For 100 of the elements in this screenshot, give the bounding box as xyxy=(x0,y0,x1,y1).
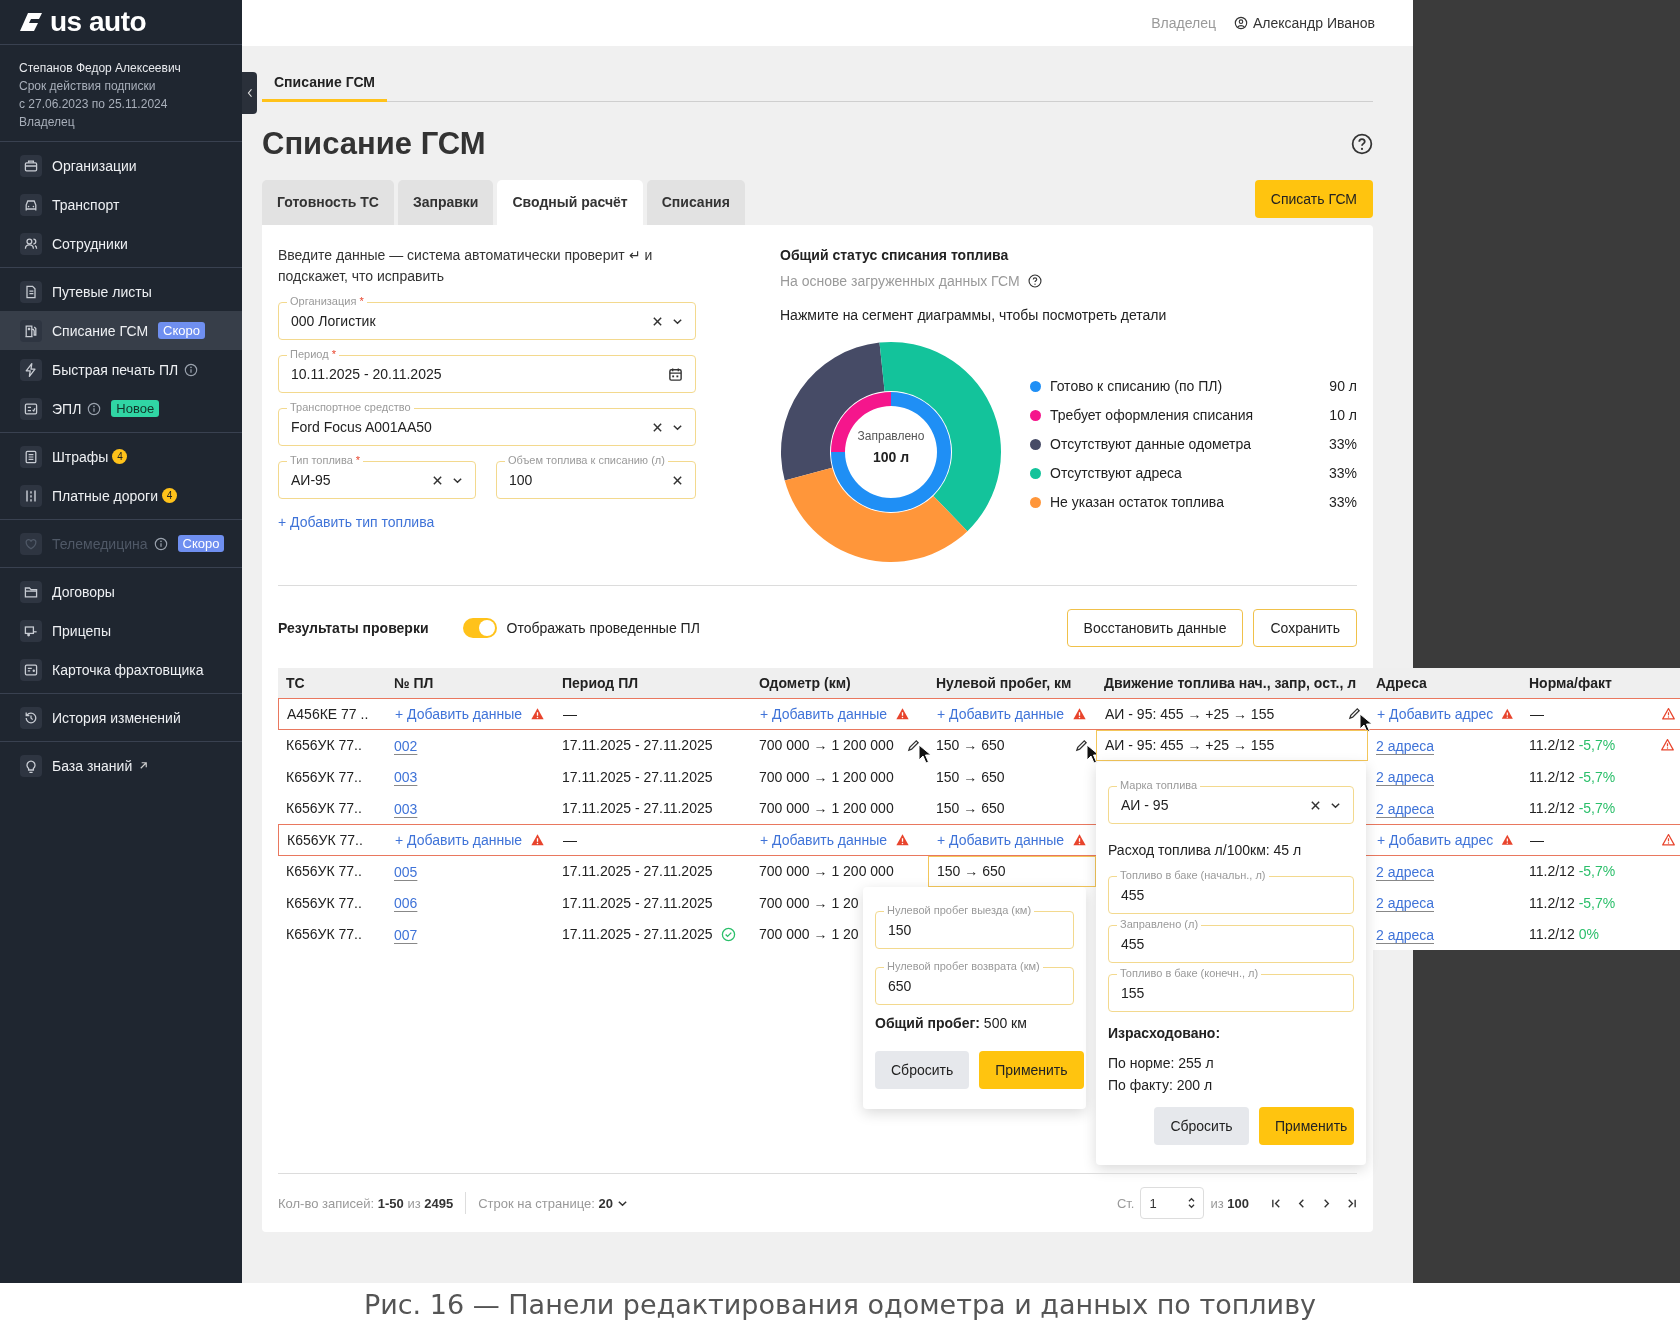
sidebar-item[interactable]: Прицепы xyxy=(0,611,242,650)
logo-text: us auto xyxy=(50,6,147,38)
sidebar-item[interactable]: История изменений xyxy=(0,698,242,737)
next-page-icon[interactable] xyxy=(1321,1197,1332,1209)
tab[interactable]: Сводный расчёт xyxy=(497,180,643,225)
user-name[interactable]: Александр Иванов xyxy=(1252,15,1375,31)
add-fuel-type-link[interactable]: + Добавить тип топлива xyxy=(278,514,435,530)
road-icon xyxy=(23,487,39,504)
user-pin-icon xyxy=(1233,16,1248,30)
sidebar-item[interactable]: Сотрудники xyxy=(0,224,242,263)
sidebar-item[interactable]: База знаний xyxy=(0,746,242,785)
sidebar-item[interactable]: Договоры xyxy=(0,572,242,611)
page-input[interactable]: 1 xyxy=(1140,1187,1205,1219)
last-page-icon[interactable] xyxy=(1346,1197,1357,1209)
page-tab[interactable]: Списание ГСМ xyxy=(262,74,387,102)
chart-hint: Нажмите на сегмент диаграммы, чтобы посмотреть детали xyxy=(780,307,1168,323)
legend-label[interactable]: Не указан остаток топлива xyxy=(1050,494,1320,510)
table-link[interactable]: 003 xyxy=(394,769,418,785)
table-cell: 700 000 → 1 200 000 xyxy=(759,737,894,754)
spinner-icon[interactable] xyxy=(1188,1197,1196,1209)
add-data-link[interactable]: + Добавить данные xyxy=(937,705,1065,722)
clear-icon[interactable] xyxy=(672,474,683,486)
table-cell: 11.2/12 xyxy=(1529,768,1575,785)
table-link[interactable]: 2 адреса xyxy=(1376,926,1434,943)
reset-button[interactable]: Сбросить xyxy=(875,1051,970,1089)
column-header: Нулевой пробег, км xyxy=(936,675,1072,691)
page-label: Ст. xyxy=(1116,1195,1135,1211)
table-cell: 11.2/12 xyxy=(1529,800,1575,817)
column-header: ТС xyxy=(286,675,305,691)
sidebar-item[interactable]: Штрафы 4 xyxy=(0,437,242,476)
table-cell: 17.11.2025 - 27.11.2025 xyxy=(562,863,713,880)
first-page-icon[interactable] xyxy=(1271,1197,1282,1209)
collapse-handle[interactable] xyxy=(242,72,257,114)
table-link[interactable]: 005 xyxy=(394,863,418,880)
legend-label[interactable]: Требует оформления списания xyxy=(1050,407,1321,423)
deviation-value: -5,7% xyxy=(1578,863,1616,880)
table-link[interactable]: 2 адреса xyxy=(1376,737,1434,754)
tab[interactable]: Списания xyxy=(646,180,745,225)
column-header: Норма/факт xyxy=(1529,675,1612,691)
page-size-select[interactable]: 20 xyxy=(598,1195,613,1211)
sidebar-item[interactable]: Платные дороги 4 xyxy=(0,476,242,515)
save-button[interactable]: Сохранить xyxy=(1253,609,1357,647)
sidebar-item[interactable]: Организации xyxy=(0,146,242,185)
add-data-link[interactable]: + Добавить данные xyxy=(760,705,888,722)
column-header: Период ПЛ xyxy=(562,675,639,691)
toggle-switch[interactable] xyxy=(462,618,497,638)
apply-button[interactable]: Применить xyxy=(1259,1107,1354,1145)
sidebar-item[interactable]: Списание ГСМ Скоро xyxy=(0,311,242,350)
donut-chart-drawing[interactable] xyxy=(780,341,1002,563)
sidebar-item[interactable]: ЭПЛ Новое xyxy=(0,389,242,428)
table-cell: 150 → 650 xyxy=(937,863,1006,880)
table-cell: 150 → 650 xyxy=(936,737,1005,754)
sidebar-item[interactable]: Путевые листы xyxy=(0,272,242,311)
table-link[interactable]: 002 xyxy=(394,737,418,754)
table-cell: 17.11.2025 - 27.11.2025 xyxy=(562,926,713,943)
help-icon[interactable] xyxy=(1027,274,1042,288)
table-link[interactable]: 2 адреса xyxy=(1376,769,1434,785)
apply-button[interactable]: Применить xyxy=(979,1051,1084,1089)
reset-button[interactable]: Сбросить xyxy=(1154,1107,1249,1145)
tab[interactable]: Заправки xyxy=(397,180,494,225)
legend-label[interactable]: Готово к списанию (по ПЛ) xyxy=(1050,378,1321,394)
table-cell: 700 000 → 1 20 xyxy=(759,926,859,943)
status-subtitle: На основе загруженных данных ГСМ xyxy=(780,273,1020,289)
spent-heading: Израсходовано: xyxy=(1108,1025,1222,1041)
table-link[interactable]: 003 xyxy=(394,800,418,817)
clear-icon[interactable] xyxy=(1310,799,1321,811)
previous-page-icon[interactable] xyxy=(1296,1197,1307,1209)
add-data-link[interactable]: + Добавить данные xyxy=(760,831,888,848)
help-icon[interactable] xyxy=(1351,133,1373,155)
write-off-button[interactable]: Списать ГСМ xyxy=(1254,180,1373,218)
table-link[interactable]: 2 адреса xyxy=(1376,895,1434,911)
add-data-link[interactable]: + Добавить адрес xyxy=(1377,831,1494,848)
calendar-icon[interactable] xyxy=(668,366,683,382)
table-link[interactable]: 2 адреса xyxy=(1376,800,1434,817)
clear-icon[interactable] xyxy=(432,474,443,486)
add-data-link[interactable]: + Добавить данные xyxy=(395,831,523,848)
tab[interactable]: Готовность ТС xyxy=(262,180,394,225)
restore-button[interactable]: Восстановить данные xyxy=(1066,609,1244,647)
deviation-value: 0% xyxy=(1578,926,1599,943)
add-data-link[interactable]: + Добавить данные xyxy=(937,831,1065,848)
sidebar-item[interactable]: Быстрая печать ПЛ xyxy=(0,350,242,389)
donut-center-value: 100 л xyxy=(871,449,911,465)
legend-value: 33% xyxy=(1328,465,1357,481)
add-data-link[interactable]: + Добавить данные xyxy=(395,705,523,722)
add-data-link[interactable]: + Добавить адрес xyxy=(1377,705,1494,722)
table-link[interactable]: 007 xyxy=(394,926,418,943)
table-cell: — xyxy=(1530,705,1544,722)
clear-icon[interactable] xyxy=(652,315,663,327)
sidebar-item[interactable]: Транспорт xyxy=(0,185,242,224)
sidebar-item[interactable]: Карточка фрахтовщика xyxy=(0,650,242,689)
table-link[interactable]: 006 xyxy=(394,895,418,911)
logo-icon xyxy=(18,11,44,33)
table-link[interactable]: 2 адреса xyxy=(1376,863,1434,880)
column-header: Адреса xyxy=(1376,675,1427,691)
pencil-icon[interactable] xyxy=(907,738,920,752)
pencil-icon[interactable] xyxy=(1075,738,1088,752)
pencil-icon[interactable] xyxy=(1348,707,1361,721)
clear-icon[interactable] xyxy=(652,421,663,433)
legend-label[interactable]: Отсутствуют адреса xyxy=(1050,465,1320,481)
legend-label[interactable]: Отсутствуют данные одометра xyxy=(1050,436,1320,452)
